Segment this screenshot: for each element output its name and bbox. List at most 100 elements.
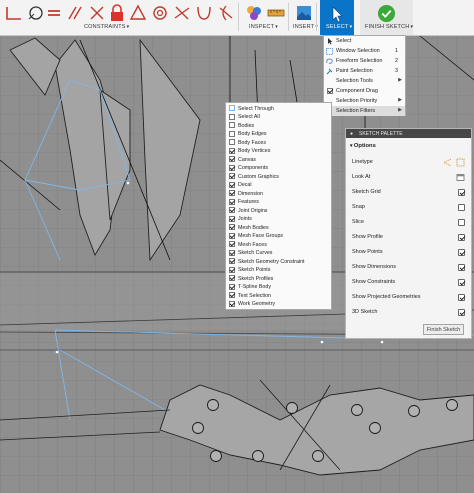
filter-checkbox[interactable] (229, 249, 235, 256)
line-tool-icon[interactable] (4, 3, 24, 23)
menu-item-paint-selection[interactable]: Paint Selection 3 (324, 66, 405, 76)
parallel-constraint-icon[interactable] (65, 3, 85, 23)
sketch-grid-checkbox[interactable] (458, 189, 465, 196)
show-dimensions-checkbox[interactable] (458, 264, 465, 271)
filter-checkbox[interactable] (229, 215, 235, 222)
filter-checkbox[interactable] (229, 232, 235, 239)
insert-group-label[interactable]: INSERT▾ (293, 24, 318, 30)
finish-sketch-button[interactable]: FINISH SKETCH▾ (360, 0, 413, 35)
filter-checkbox[interactable] (229, 258, 235, 264)
constraints-group-label[interactable]: CONSTRAINTS▾ (84, 24, 129, 30)
filter-item[interactable]: Canvas (226, 155, 331, 164)
insert-image-icon[interactable] (294, 3, 314, 23)
inspect-group-label[interactable]: INSPECT▾ (249, 24, 278, 30)
filter-item[interactable]: Mesh Bodies (226, 223, 331, 232)
filter-item[interactable]: Features (226, 198, 331, 207)
filter-checkbox[interactable] (229, 241, 235, 247)
filter-item[interactable]: Sketch Geometry Constraint (226, 257, 331, 266)
filter-item[interactable]: Decal (226, 181, 331, 190)
filter-checkbox[interactable] (229, 139, 235, 145)
filter-checkbox[interactable] (229, 300, 235, 307)
filter-checkbox[interactable] (229, 266, 235, 273)
slice-checkbox[interactable] (458, 219, 465, 226)
select-tool-button[interactable]: SELECT▾ (320, 0, 354, 35)
show-profile-checkbox[interactable] (458, 234, 465, 241)
snap-checkbox[interactable] (458, 204, 465, 211)
filter-checkbox[interactable] (229, 122, 235, 128)
equal-constraint-icon[interactable] (44, 3, 64, 23)
filter-checkbox[interactable] (229, 173, 235, 179)
filter-checkbox[interactable] (229, 164, 235, 171)
filter-item[interactable]: Body Vertices (226, 147, 331, 156)
filter-item[interactable]: Sketch Profiles (226, 274, 331, 283)
show-projected-geometries-checkbox[interactable] (458, 294, 465, 301)
filter-checkbox[interactable] (229, 156, 235, 162)
toolbar-separator (288, 3, 289, 31)
menu-item-freeform-selection[interactable]: Freeform Selection 2 (324, 56, 405, 66)
perpendicular-constraint-icon[interactable] (87, 3, 107, 23)
filter-item[interactable]: Mesh Face Groups (226, 232, 331, 241)
filter-item[interactable]: Joints (226, 215, 331, 224)
show-constraints-checkbox[interactable] (458, 279, 465, 286)
menu-item-window-selection[interactable]: Window Selection 1 (324, 46, 405, 56)
filter-checkbox[interactable] (229, 181, 235, 188)
menu-item-component-drag[interactable]: Component Drag (324, 86, 405, 96)
filter-item[interactable]: Sketch Curves (226, 249, 331, 258)
menu-item-selection-tools[interactable]: Selection Tools ▶ (324, 76, 405, 86)
palette-header[interactable]: ● SKETCH PALETTE (346, 129, 471, 138)
menu-item-select[interactable]: Select (324, 36, 405, 46)
filter-item[interactable]: Custom Graphics (226, 172, 331, 181)
filter-checkbox[interactable] (229, 147, 235, 154)
toolbar: CONSTRAINTS▾ INSPECT▾ INSERT▾ SELECT▾ FI… (0, 0, 474, 36)
checkmark-icon (377, 4, 396, 23)
appearance-icon[interactable] (244, 3, 264, 23)
filter-checkbox[interactable] (229, 283, 235, 290)
coincident-constraint-icon[interactable] (194, 3, 214, 23)
fix-constraint-icon[interactable] (107, 3, 127, 23)
filter-item[interactable]: Text Selection (226, 291, 331, 300)
filter-checkbox[interactable] (229, 292, 235, 298)
filter-item[interactable]: Sketch Points (226, 266, 331, 275)
circle-tool-icon[interactable] (26, 3, 46, 23)
filter-item[interactable]: Body Edges (226, 130, 331, 139)
filter-item[interactable]: Body Faces (226, 138, 331, 147)
filter-item[interactable]: Joint Origins (226, 206, 331, 215)
component-drag-checkbox[interactable] (327, 88, 333, 94)
palette-finish-sketch-button[interactable]: Finish Sketch (423, 324, 464, 335)
curvature-constraint-icon[interactable] (216, 3, 236, 23)
arrow-cursor-icon (328, 38, 333, 45)
menu-item-selection-filters[interactable]: Selection Filters ▶ (324, 106, 405, 116)
triangle-constraint-icon[interactable] (128, 3, 148, 23)
sketch-palette: ● SKETCH PALETTE ▾ Options Linetype Look… (345, 128, 472, 339)
collapse-dot-icon[interactable]: ● (350, 131, 353, 137)
palette-row-linetype: Linetype (352, 155, 465, 170)
measure-icon[interactable] (266, 3, 286, 23)
3d-sketch-checkbox[interactable] (458, 309, 465, 316)
menu-item-selection-priority[interactable]: Selection Priority ▶ (324, 96, 405, 106)
linetype-construction-icon[interactable] (443, 158, 452, 167)
filter-checkbox[interactable] (229, 190, 235, 196)
palette-row-3d-sketch: 3D Sketch (352, 305, 465, 320)
filter-item[interactable]: Select All (226, 113, 331, 122)
options-section-header[interactable]: ▾ Options (350, 143, 376, 149)
filter-item[interactable]: Mesh Faces (226, 240, 331, 249)
filter-item[interactable]: Select Through (226, 104, 331, 113)
show-points-checkbox[interactable] (458, 249, 465, 256)
midpoint-constraint-icon[interactable] (172, 3, 192, 23)
filter-checkbox[interactable] (229, 113, 235, 120)
filter-checkbox[interactable] (229, 105, 235, 111)
filter-checkbox[interactable] (229, 130, 235, 137)
filter-checkbox[interactable] (229, 207, 235, 213)
filter-checkbox[interactable] (229, 198, 235, 205)
filter-checkbox[interactable] (229, 275, 235, 281)
concentric-constraint-icon[interactable] (150, 3, 170, 23)
filter-item[interactable]: T-Spline Body (226, 283, 331, 292)
filter-item[interactable]: Dimension (226, 189, 331, 198)
palette-row-sketch-grid: Sketch Grid (352, 185, 465, 200)
filter-item[interactable]: Work Geometry (226, 300, 331, 309)
filter-checkbox[interactable] (229, 224, 235, 230)
linetype-centerline-icon[interactable] (456, 158, 465, 167)
look-at-icon[interactable] (456, 173, 465, 182)
filter-item[interactable]: Components (226, 164, 331, 173)
filter-item[interactable]: Bodies (226, 121, 331, 130)
